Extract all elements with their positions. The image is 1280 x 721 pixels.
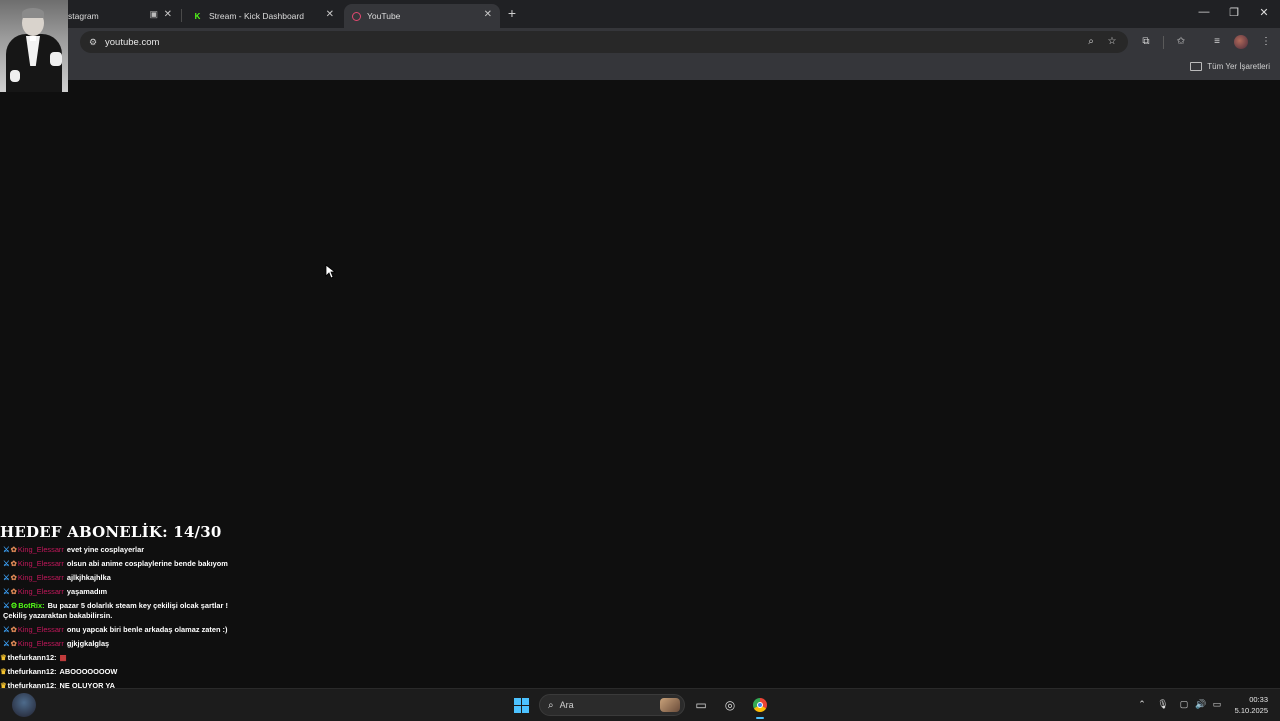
restore-button[interactable]: ❐ (1224, 6, 1244, 19)
chat-message: ⚔✿King_Elessarr evet yine cosplayerlar (3, 545, 243, 555)
chat-message: ♛thefurkann12: ▦ (0, 653, 243, 663)
sword-badge-icon: ⚔ (3, 587, 10, 596)
chat-username: thefurkann12: (7, 667, 57, 676)
chat-username: BotRix: (18, 601, 45, 610)
bookmarks-bar: Tüm Yer İşaretleri (0, 56, 1280, 80)
tab-title: stagram (68, 11, 99, 21)
close-window-button[interactable]: ✕ (1254, 6, 1274, 19)
folder-icon (1190, 62, 1203, 71)
chat-message: ⚔✿King_Elessarr ajlkjhkajhlka (3, 573, 243, 583)
tab-title: Stream - Kick Dashboard (209, 11, 304, 21)
steam-icon[interactable]: ◎ (721, 696, 739, 714)
crown-badge-icon: ♛ (0, 653, 7, 662)
tab-kick-dashboard[interactable]: K Stream - Kick Dashboard ✕ (184, 4, 342, 28)
network-icon[interactable]: ▢ (1177, 699, 1191, 710)
bookmark-star-icon[interactable]: ☆ (1105, 36, 1119, 47)
search-highlight-image (660, 698, 680, 712)
chat-username: King_Elessarr (17, 587, 64, 596)
crown-badge-icon: ♛ (0, 667, 7, 676)
url-text: youtube.com (105, 36, 160, 48)
microphone-icon[interactable]: 🎙 (1156, 699, 1170, 710)
chrome-taskbar-button[interactable] (751, 696, 769, 719)
zoom-icon[interactable]: ⌕ (1084, 36, 1098, 47)
emote-icon: ▦ (59, 653, 67, 662)
menu-icon[interactable]: ⋮ (1258, 36, 1274, 47)
toolbar-separator (1163, 36, 1164, 49)
extensions-icon[interactable]: ⧉ (1138, 36, 1154, 47)
profile-avatar[interactable] (1234, 35, 1248, 49)
chat-text: gjkjgkalglaş (66, 639, 110, 648)
all-bookmarks-button[interactable]: Tüm Yer İşaretleri (1190, 62, 1270, 71)
chat-message: ⚔✿King_Elessarr olsun abi anime cosplayle… (3, 559, 243, 569)
portrait-overlay-image (0, 0, 68, 92)
chat-text: ABOOOOOOOW (59, 667, 118, 676)
clock[interactable]: 00:33 5.10.2025 (1235, 694, 1268, 716)
sword-badge-icon: ⚔ (3, 573, 10, 582)
chat-message: ⚔✿King_Elessarr gjkjgkalglaş (3, 639, 243, 649)
kick-logo-icon: K (194, 11, 201, 21)
chat-message: ⚔✿King_Elessarr onu yapcak biri benle ark… (3, 625, 243, 635)
close-tab-icon[interactable]: ✕ (484, 9, 492, 20)
volume-icon[interactable]: 🔊 (1194, 699, 1208, 710)
chat-username: King_Elessarr (17, 559, 64, 568)
search-placeholder: Ara (559, 700, 574, 710)
tab-title: YouTube (367, 11, 401, 21)
close-tab-icon[interactable]: ✕ (164, 9, 172, 20)
close-tab-icon[interactable]: ✕ (326, 9, 334, 20)
clock-time: 00:33 (1249, 695, 1268, 704)
media-control-icon[interactable]: ≡ (1209, 36, 1225, 47)
chrome-icon (753, 698, 767, 712)
sword-badge-icon: ⚔ (3, 559, 10, 568)
new-tab-button[interactable]: + (504, 5, 520, 21)
tab-youtube[interactable]: YouTube ✕ (344, 4, 500, 28)
screen-share-icon: ▣ (149, 9, 158, 19)
all-bookmarks-label: Tüm Yer İşaretleri (1207, 62, 1270, 71)
bot-badge-icon: ⚙ (10, 601, 18, 610)
chat-overlay: ⚔✿King_Elessarr evet yine cosplayerlar ⚔✿… (0, 545, 243, 695)
start-button[interactable] (514, 698, 529, 713)
flower-badge-icon: ✿ (10, 573, 17, 582)
clock-date: 5.10.2025 (1234, 706, 1268, 715)
bookmarks-icon[interactable]: ✩ (1173, 36, 1189, 47)
chat-username: King_Elessarr (17, 625, 64, 634)
address-bar[interactable]: ⚙ youtube.com ⌕ ☆ (80, 31, 1128, 53)
search-icon: ⌕ (548, 699, 554, 711)
flower-badge-icon: ✿ (10, 559, 17, 568)
chat-text: ajlkjhkajhlka (66, 573, 111, 582)
tab-instagram[interactable]: stagram ▣ ✕ (60, 4, 180, 28)
chat-text: onu yapcak biri benle arkadaş olamaz zat… (66, 625, 228, 634)
flower-badge-icon: ✿ (10, 625, 17, 634)
sword-badge-icon: ⚔ (3, 545, 10, 554)
site-info-icon[interactable]: ⚙ (86, 37, 100, 48)
chat-message: ⚔⚙BotRix: Bu pazar 5 dolarlık steam key ç… (3, 601, 243, 621)
battery-icon[interactable]: ▭ (1210, 699, 1224, 710)
chat-username: thefurkann12: (7, 653, 57, 662)
taskbar: ⌕ Ara ▭ ◎ ⌃ 🎙 ▢ 🔊 ▭ 00:33 5.10.2025 (0, 688, 1280, 721)
minimize-button[interactable]: — (1194, 6, 1214, 18)
subscriber-goal: HEDEF ABONELİK: 14/30 (0, 523, 222, 541)
browser-toolbar: ⚙ youtube.com ⌕ ☆ ⧉ ✩ ≡ ⋮ (0, 28, 1280, 56)
chat-message: ♛thefurkann12: ABOOOOOOOW (0, 667, 243, 677)
sword-badge-icon: ⚔ (3, 601, 10, 610)
chat-text: yaşamadım (66, 587, 108, 596)
tab-separator (181, 9, 182, 22)
chat-username: King_Elessarr (17, 639, 64, 648)
chat-message: ⚔✿King_Elessarr yaşamadım (3, 587, 243, 597)
flower-badge-icon: ✿ (10, 639, 17, 648)
task-view-icon[interactable]: ▭ (692, 696, 710, 714)
flower-badge-icon: ✿ (10, 545, 17, 554)
sword-badge-icon: ⚔ (3, 639, 10, 648)
show-hidden-icons-icon[interactable]: ⌃ (1135, 699, 1149, 710)
sword-badge-icon: ⚔ (3, 625, 10, 634)
flower-badge-icon: ✿ (10, 587, 17, 596)
loading-spinner-icon (352, 11, 361, 21)
tab-strip: stagram ▣ ✕ K Stream - Kick Dashboard ✕ … (0, 0, 1280, 28)
chat-text: olsun abi anime cosplaylerine bende bakı… (66, 559, 228, 568)
chat-username: King_Elessarr (17, 573, 64, 582)
taskbar-search[interactable]: ⌕ Ara (539, 694, 685, 716)
chat-text: evet yine cosplayerlar (66, 545, 145, 554)
chat-username: King_Elessarr (17, 545, 64, 554)
weather-widget-icon[interactable] (12, 693, 36, 717)
